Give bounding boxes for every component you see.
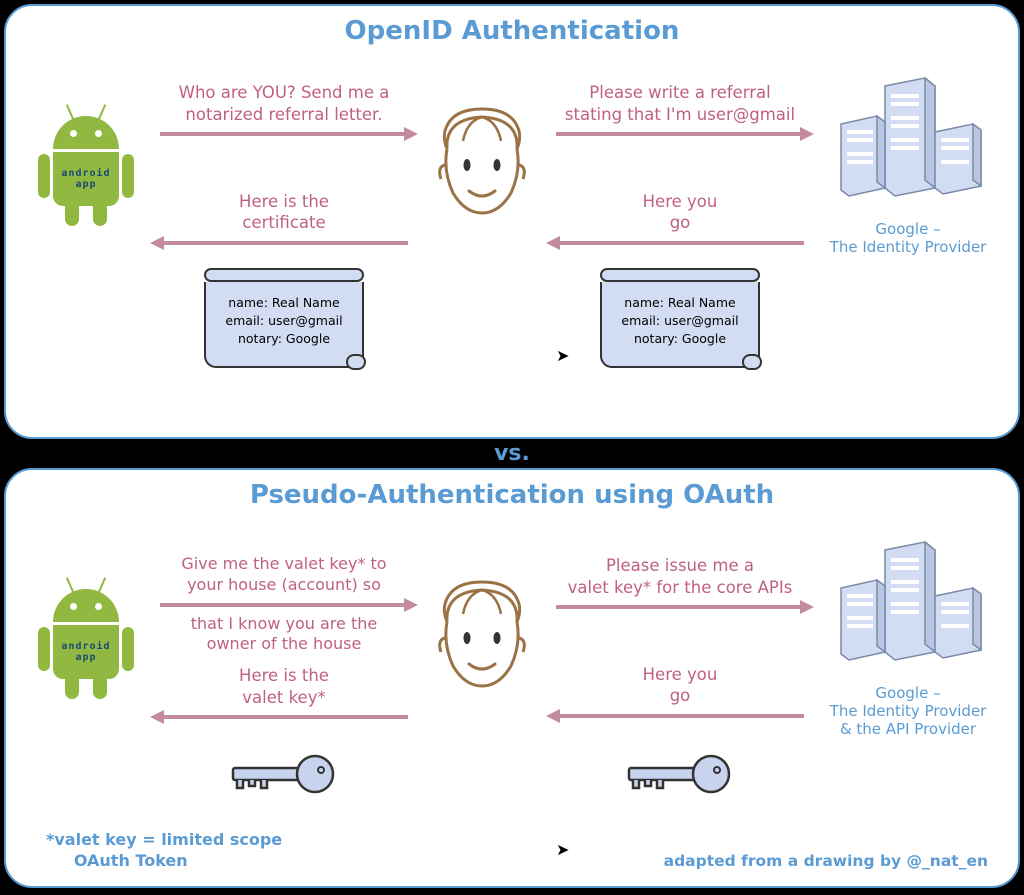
attribution: adapted from a drawing by @_nat_en: [664, 852, 988, 870]
user-face-icon: [427, 101, 537, 231]
valet-key-left-icon: [229, 750, 339, 800]
provider-actor: Google – The Identity Provider: [818, 76, 998, 256]
buildings-icon: [823, 540, 993, 680]
android-robot-icon: android app: [38, 106, 134, 226]
openid-title: OpenID Authentication: [26, 16, 998, 46]
openid-right-messages: Please write a referral stating that I'm…: [542, 82, 818, 250]
certificate-scroll-left: name: Real Name email: user@gmail notary…: [204, 268, 364, 368]
valet-key-right-icon: [625, 750, 735, 800]
arrow-provider-to-user-icon: [548, 709, 812, 723]
msg-user-to-provider: Please write a referral stating that I'm…: [565, 82, 795, 125]
cert-name: name: Real Name: [610, 294, 750, 312]
openid-flow-row: android app Who are YOU? Send me a notar…: [26, 76, 998, 256]
cert-name: name: Real Name: [214, 294, 354, 312]
arrow-user-to-provider-icon: [548, 600, 812, 614]
valet-key-footnote: *valet key = limited scope OAuth Token: [46, 830, 282, 872]
cert-notary: notary: Google: [214, 330, 354, 348]
arrow-user-to-app-icon: [152, 710, 416, 724]
msg-app-to-user-cont: that I know you are the owner of the hou…: [191, 614, 377, 656]
oauth-right-messages: Please issue me a valet key* for the cor…: [542, 555, 818, 723]
vs-separator: vs.: [4, 441, 1020, 466]
cert-email: email: user@gmail: [610, 312, 750, 330]
user-face-icon: [427, 574, 537, 704]
oauth-left-messages: Give me the valet key* to your house (ac…: [146, 554, 422, 724]
msg-user-to-app: Here is the certificate: [239, 191, 329, 234]
user-actor: [422, 101, 542, 231]
msg-provider-to-user: Here you go: [643, 664, 718, 707]
msg-user-to-provider: Please issue me a valet key* for the cor…: [568, 555, 793, 598]
android-label-1: android: [61, 168, 110, 179]
openid-left-messages: Who are YOU? Send me a notarized referra…: [146, 82, 422, 250]
msg-provider-to-user: Here you go: [643, 191, 718, 234]
android-label-2: app: [75, 652, 96, 663]
android-label-2: app: [75, 179, 96, 190]
android-label-1: android: [61, 641, 110, 652]
android-robot-icon: android app: [38, 579, 134, 699]
arrow-app-to-user-icon: [152, 127, 416, 141]
oauth-title: Pseudo-Authentication using OAuth: [26, 480, 998, 510]
msg-user-to-app: Here is the valet key*: [239, 665, 329, 708]
cert-notary: notary: Google: [610, 330, 750, 348]
arrow-user-to-app-icon: [152, 236, 416, 250]
user-actor: [422, 574, 542, 704]
arrow-user-to-provider-icon: [548, 127, 812, 141]
arrow-provider-to-user-icon: [548, 236, 812, 250]
msg-app-to-user: Who are YOU? Send me a notarized referra…: [179, 82, 390, 125]
oauth-keys-row: [26, 750, 998, 800]
cert-email: email: user@gmail: [214, 312, 354, 330]
provider-label: Google – The Identity Provider: [830, 220, 987, 256]
certificate-scroll-right: name: Real Name email: user@gmail notary…: [600, 268, 760, 368]
openid-certs-row: name: Real Name email: user@gmail notary…: [26, 268, 998, 368]
cursor-icon: ➤: [556, 840, 569, 859]
provider-actor: Google – The Identity Provider & the API…: [818, 540, 998, 738]
openid-panel: OpenID Authentication android app Who ar…: [4, 4, 1020, 439]
buildings-icon: [823, 76, 993, 216]
oauth-flow-row: android app Give me the valet key* to yo…: [26, 540, 998, 738]
provider-label: Google – The Identity Provider & the API…: [830, 684, 987, 738]
oauth-panel: Pseudo-Authentication using OAuth androi…: [4, 468, 1020, 888]
arrow-app-to-user-icon: [152, 598, 416, 612]
android-app-actor: android app: [26, 579, 146, 699]
android-app-actor: android app: [26, 106, 146, 226]
msg-app-to-user: Give me the valet key* to your house (ac…: [181, 554, 386, 596]
